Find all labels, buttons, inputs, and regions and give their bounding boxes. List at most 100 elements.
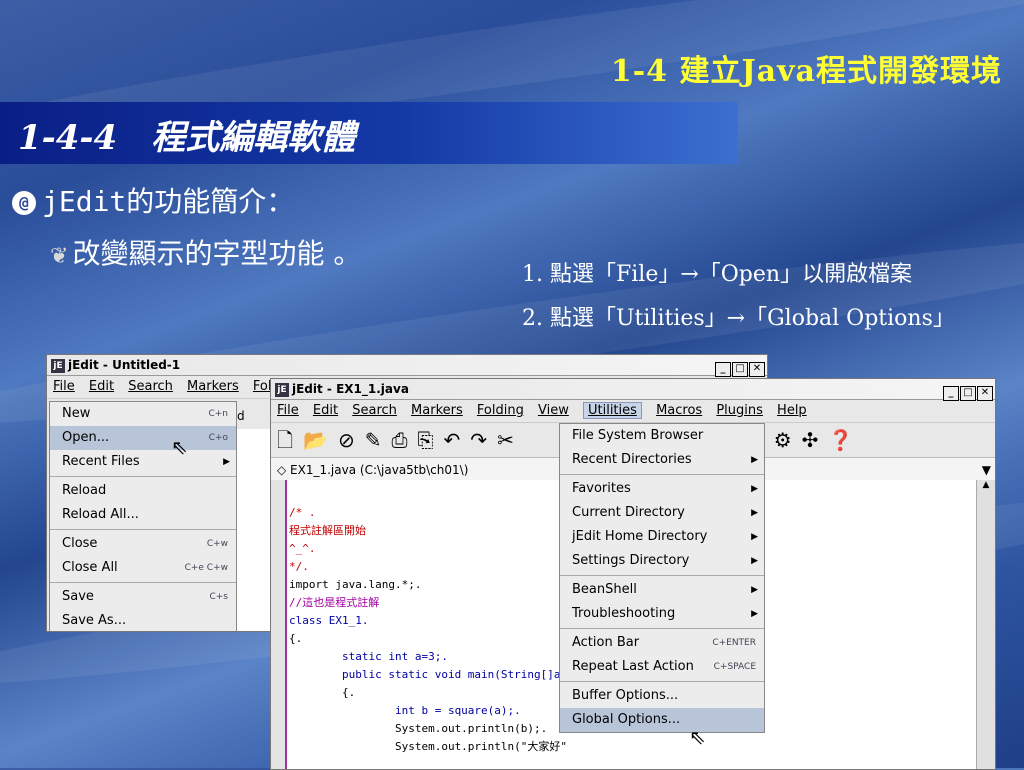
maximize-icon[interactable]: □ — [960, 386, 976, 401]
menu-item-recent-directories[interactable]: Recent Directories ▶ — [560, 448, 764, 472]
menu-item-label: Save — [62, 589, 94, 604]
menu-separator — [50, 582, 236, 583]
redo-icon[interactable]: ↷ — [470, 428, 487, 452]
menu-item-label: Action Bar — [572, 635, 640, 650]
bullet-sub: ❦ 改變顯示的字型功能 。 — [50, 232, 361, 272]
code-line: class EX1_1. — [289, 614, 369, 627]
jedit-app-icon: jE — [275, 382, 289, 397]
menu-item-current-directory[interactable]: Current Directory ▶ — [560, 501, 764, 525]
menu-separator — [560, 575, 764, 576]
new-file-icon[interactable]: 🗋 — [277, 428, 293, 452]
menu-item-jedit-home-directory[interactable]: jEdit Home Directory ▶ — [560, 525, 764, 549]
close-icon[interactable]: ✕ — [749, 362, 765, 377]
menu-item-label: Current Directory — [572, 505, 685, 520]
bullet-main-text: jEdit的功能簡介： — [42, 185, 295, 218]
minimize-icon[interactable]: _ — [943, 386, 959, 401]
menu-item-label: File System Browser — [572, 428, 704, 443]
at-bullet-icon: @ — [12, 191, 36, 215]
options-icon[interactable]: ⚙ — [774, 428, 792, 452]
menu-file[interactable]: File — [53, 379, 75, 394]
menu-item-new[interactable]: New C+n — [50, 402, 236, 426]
menu-search[interactable]: Search — [128, 379, 173, 394]
menu-separator — [560, 474, 764, 475]
menu-item-label: Reload — [62, 483, 107, 498]
menu-item-shortcut: C+n — [208, 409, 228, 419]
close-icon[interactable]: ✕ — [977, 386, 993, 401]
scroll-up-icon[interactable]: ▲ — [977, 480, 995, 490]
submenu-arrow-icon: ▶ — [751, 484, 758, 494]
code-line: System.out.println("大家好" — [289, 740, 568, 753]
window-titlebar[interactable]: jE jEdit - Untitled-1 _ □ ✕ — [47, 355, 767, 377]
menu-markers[interactable]: Markers — [411, 403, 463, 418]
submenu-arrow-icon: ▶ — [751, 532, 758, 542]
minimize-icon[interactable]: _ — [715, 362, 731, 377]
window-titlebar[interactable]: jE jEdit - EX1_1.java _ □ ✕ — [271, 379, 995, 401]
plugin-icon[interactable]: ✣ — [802, 428, 819, 452]
menu-item-global-options[interactable]: Global Options... — [560, 708, 764, 732]
menu-separator — [50, 529, 236, 530]
code-line: ^_^. — [289, 542, 316, 555]
dropdown-arrow-icon[interactable]: ▼ — [982, 458, 991, 482]
submenu-arrow-icon: ▶ — [751, 556, 758, 566]
menu-item-open[interactable]: Open... C+o — [50, 426, 236, 450]
menu-item-label: Recent Directories — [572, 452, 692, 467]
menu-view[interactable]: View — [538, 403, 569, 418]
menu-item-save-as[interactable]: Save As... — [50, 609, 236, 631]
menu-item-shortcut: C+ENTER — [712, 638, 756, 648]
menu-item-repeat-last-action[interactable]: Repeat Last Action C+SPACE — [560, 655, 764, 679]
menu-item-close[interactable]: Close C+w — [50, 532, 236, 556]
menu-edit[interactable]: Edit — [89, 379, 114, 394]
menu-search[interactable]: Search — [352, 403, 397, 418]
jedit-window-ex1: jE jEdit - EX1_1.java _ □ ✕ File Edit Searc… — [270, 378, 996, 770]
menu-item-recent-files[interactable]: Recent Files ▶ — [50, 450, 236, 474]
vertical-scrollbar[interactable]: ▲ — [976, 480, 995, 769]
bullet-main: @ jEdit的功能簡介： — [12, 180, 294, 220]
menu-item-shortcut: C+SPACE — [713, 662, 756, 672]
file-menu: New C+n Open... C+o Recent Files ▶ Reload R… — [49, 401, 237, 631]
submenu-arrow-icon: ▶ — [751, 609, 758, 619]
menu-item-favorites[interactable]: Favorites ▶ — [560, 477, 764, 501]
menu-item-buffer-options[interactable]: Buffer Options... — [560, 684, 764, 708]
menu-item-label: Settings Directory — [572, 553, 690, 568]
menu-markers[interactable]: Markers — [187, 379, 239, 394]
menu-edit[interactable]: Edit — [313, 403, 338, 418]
submenu-arrow-icon: ▶ — [751, 585, 758, 595]
cut-icon[interactable]: ✂ — [497, 428, 514, 452]
utilities-menu: File System Browser Recent Directories ▶ … — [559, 423, 765, 733]
open-folder-icon[interactable]: 📂 — [303, 428, 328, 452]
menu-item-close-all[interactable]: Close All C+e C+w — [50, 556, 236, 580]
step-1: 1. 點選「File」→「Open」以開啟檔案 — [522, 262, 913, 287]
window-title: jEdit - EX1_1.java — [292, 382, 409, 396]
print-icon[interactable]: ⎙ — [392, 428, 408, 452]
help-icon[interactable]: ❓ — [828, 428, 853, 452]
undo-icon[interactable]: ↶ — [444, 428, 461, 452]
submenu-arrow-icon: ▶ — [751, 455, 758, 465]
menu-utilities[interactable]: Utilities — [582, 402, 642, 419]
menu-file[interactable]: File — [277, 403, 299, 418]
code-line: public static void main(String[]arg — [289, 668, 574, 681]
menu-macros[interactable]: Macros — [656, 403, 702, 418]
menu-folding[interactable]: Folding — [477, 403, 524, 418]
menu-item-reload[interactable]: Reload — [50, 479, 236, 503]
menu-item-label: New — [62, 406, 91, 421]
menu-item-beanshell[interactable]: BeanShell ▶ — [560, 578, 764, 602]
menu-item-label: Reload All... — [62, 507, 139, 522]
menu-item-label: Close All — [62, 560, 118, 575]
menu-item-label: BeanShell — [572, 582, 637, 597]
print-preview-icon[interactable]: ⎘ — [418, 428, 434, 452]
code-line: int b = square(a);. — [289, 704, 521, 717]
menu-item-troubleshooting[interactable]: Troubleshooting ▶ — [560, 602, 764, 626]
menu-item-action-bar[interactable]: Action Bar C+ENTER — [560, 631, 764, 655]
menu-item-reload-all[interactable]: Reload All... — [50, 503, 236, 527]
pen-icon[interactable]: ✎ — [365, 428, 382, 452]
menu-item-save[interactable]: Save C+s — [50, 585, 236, 609]
menu-item-label: Save As... — [62, 613, 127, 628]
close-file-icon[interactable]: ⊘ — [338, 428, 355, 452]
jedit-app-icon: jE — [51, 358, 65, 373]
menu-help[interactable]: Help — [777, 403, 807, 418]
menu-item-shortcut: C+e C+w — [184, 563, 228, 573]
menu-item-file-system-browser[interactable]: File System Browser — [560, 424, 764, 448]
menu-item-settings-directory[interactable]: Settings Directory ▶ — [560, 549, 764, 573]
menu-plugins[interactable]: Plugins — [716, 403, 763, 418]
maximize-icon[interactable]: □ — [732, 362, 748, 377]
